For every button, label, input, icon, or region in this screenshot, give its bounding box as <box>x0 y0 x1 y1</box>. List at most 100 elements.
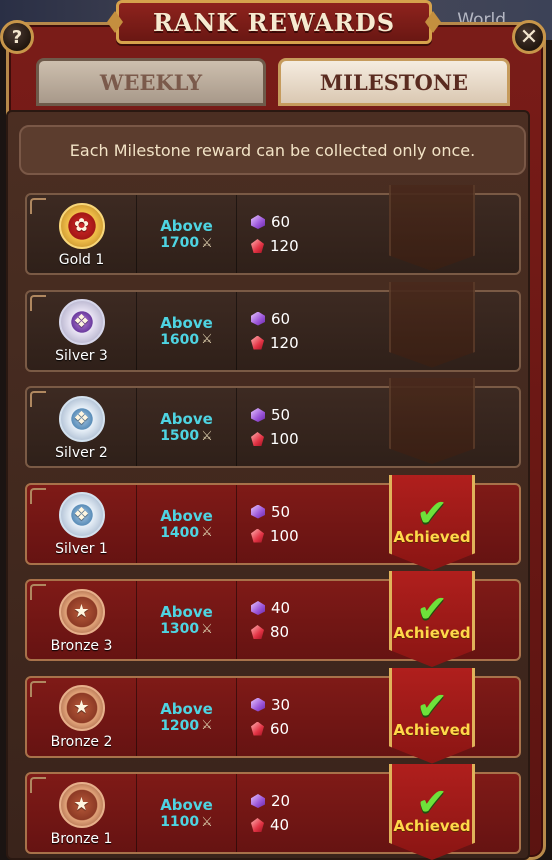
rank-cell: ❖ Silver 3 <box>27 291 137 370</box>
help-button[interactable]: ? <box>0 20 34 54</box>
tab-weekly[interactable]: WEEKLY <box>36 58 266 106</box>
crossed-swords-icon: ⚔ <box>201 621 213 637</box>
rewards-cell: 50 100 <box>237 388 377 466</box>
rank-badge-icon: ❖ <box>58 395 105 442</box>
rank-badge-icon: ★ <box>58 781 105 828</box>
achieved-banner: ✔ Achieved <box>389 571 475 667</box>
red-gem-icon <box>251 239 264 253</box>
rewards-cell: 60 120 <box>237 195 377 273</box>
reward-row: ★ Bronze 3 Above 1300 ⚔ 40 80 ✔ Achieved <box>25 571 521 667</box>
badge-emblem-icon: ★ <box>73 697 90 718</box>
purple-gem-icon <box>251 311 265 326</box>
close-button[interactable]: ✕ <box>512 20 546 54</box>
purple-gem-icon <box>251 601 265 615</box>
purple-gem-amount: 50 <box>271 406 291 424</box>
reward-purple-gem: 40 <box>251 599 377 617</box>
purple-gem-icon <box>251 408 265 422</box>
points-requirement: 1500 ⚔ <box>160 428 213 444</box>
points-value: 1300 <box>160 621 200 637</box>
rewards-cell: 30 60 <box>237 678 377 756</box>
rank-cell: ★ Bronze 1 <box>27 774 137 852</box>
rank-cell: ★ Bronze 2 <box>27 677 137 756</box>
points-requirement: 1700 ⚔ <box>160 235 213 251</box>
points-value: 1500 <box>160 428 200 444</box>
purple-gem-amount: 40 <box>271 599 291 617</box>
achieved-label: Achieved <box>393 527 471 546</box>
red-gem-amount: 60 <box>270 719 290 738</box>
reward-row: ✿ Gold 1 Above 1700 ⚔ 60 120 <box>25 185 521 275</box>
reward-purple-gem: 60 <box>251 310 377 328</box>
rank-name: Silver 1 <box>55 541 108 557</box>
status-cell <box>389 281 475 378</box>
rank-name: Bronze 2 <box>50 734 113 750</box>
rank-badge-icon: ★ <box>58 685 105 731</box>
requirement-cell: Above 1400 ⚔ <box>137 484 237 563</box>
red-gem-amount: 120 <box>270 237 299 255</box>
rank-name: Gold 1 <box>58 251 105 268</box>
reward-red-gem: 40 <box>251 816 377 834</box>
requirement-cell: Above 1300 ⚔ <box>137 581 237 659</box>
reward-purple-gem: 50 <box>251 503 377 521</box>
purple-gem-amount: 60 <box>271 213 291 231</box>
reward-purple-gem: 50 <box>251 406 377 424</box>
badge-emblem-icon: ★ <box>73 600 90 622</box>
rank-badge-icon: ❖ <box>58 299 105 345</box>
crossed-swords-icon: ⚔ <box>201 235 213 251</box>
badge-emblem-icon: ★ <box>73 793 90 815</box>
status-cell: ✔ Achieved <box>389 764 475 860</box>
pending-banner <box>389 281 475 368</box>
checkmark-icon: ✔ <box>416 587 448 631</box>
tab-milestone[interactable]: MILESTONE <box>278 58 510 106</box>
above-label: Above <box>160 796 213 814</box>
above-label: Above <box>160 410 213 428</box>
reward-row: ★ Bronze 1 Above 1100 ⚔ 20 40 ✔ Achieved <box>25 764 521 860</box>
purple-gem-amount: 50 <box>271 502 291 521</box>
rank-cell: ★ Bronze 3 <box>27 581 137 659</box>
crossed-swords-icon: ⚔ <box>201 718 213 733</box>
status-cell: ✔ Achieved <box>389 571 475 667</box>
points-requirement: 1600 ⚔ <box>160 332 213 348</box>
red-gem-amount: 100 <box>270 430 299 448</box>
reward-red-gem: 100 <box>251 527 377 545</box>
rewards-cell: 50 100 <box>237 485 377 563</box>
rank-name: Silver 3 <box>55 348 108 364</box>
purple-gem-icon <box>251 504 265 519</box>
rank-name: Bronze 3 <box>50 637 113 654</box>
requirement-cell: Above 1500 ⚔ <box>137 388 237 466</box>
requirement-cell: Above 1700 ⚔ <box>137 195 237 273</box>
rank-cell: ❖ Silver 2 <box>27 388 137 466</box>
requirement-cell: Above 1600 ⚔ <box>137 291 237 370</box>
rank-badge-icon: ❖ <box>58 492 105 538</box>
help-icon: ? <box>11 26 23 48</box>
points-value: 1600 <box>160 331 200 348</box>
red-gem-amount: 120 <box>270 333 299 352</box>
requirement-cell: Above 1200 ⚔ <box>137 677 237 756</box>
red-gem-icon <box>251 625 264 639</box>
reward-red-gem: 120 <box>251 237 377 255</box>
reward-purple-gem: 20 <box>251 792 377 810</box>
rank-badge-icon: ✿ <box>58 202 105 249</box>
checkmark-icon: ✔ <box>416 683 448 728</box>
purple-gem-amount: 20 <box>271 792 291 810</box>
checkmark-icon: ✔ <box>416 780 448 824</box>
rank-cell: ❖ Silver 1 <box>27 484 137 563</box>
reward-red-gem: 120 <box>251 334 377 352</box>
rewards-cell: 40 80 <box>237 581 377 659</box>
reward-row: ★ Bronze 2 Above 1200 ⚔ 30 60 ✔ Achieved <box>25 667 521 764</box>
reward-purple-gem: 30 <box>251 696 377 714</box>
achieved-label: Achieved <box>393 720 471 739</box>
purple-gem-icon <box>251 697 265 712</box>
crossed-swords-icon: ⚔ <box>201 332 213 347</box>
status-cell <box>389 185 475 281</box>
above-label: Above <box>160 603 213 621</box>
reward-row: ❖ Silver 3 Above 1600 ⚔ 60 120 <box>25 281 521 372</box>
points-requirement: 1400 ⚔ <box>160 525 213 541</box>
reward-red-gem: 80 <box>251 623 377 641</box>
milestone-notice: Each Milestone reward can be collected o… <box>19 125 526 175</box>
crossed-swords-icon: ⚔ <box>201 814 213 830</box>
points-requirement: 1300 ⚔ <box>160 621 213 637</box>
points-value: 1700 <box>160 235 200 251</box>
achieved-banner: ✔ Achieved <box>389 667 475 764</box>
points-requirement: 1100 ⚔ <box>160 814 213 830</box>
red-gem-amount: 100 <box>270 526 299 545</box>
